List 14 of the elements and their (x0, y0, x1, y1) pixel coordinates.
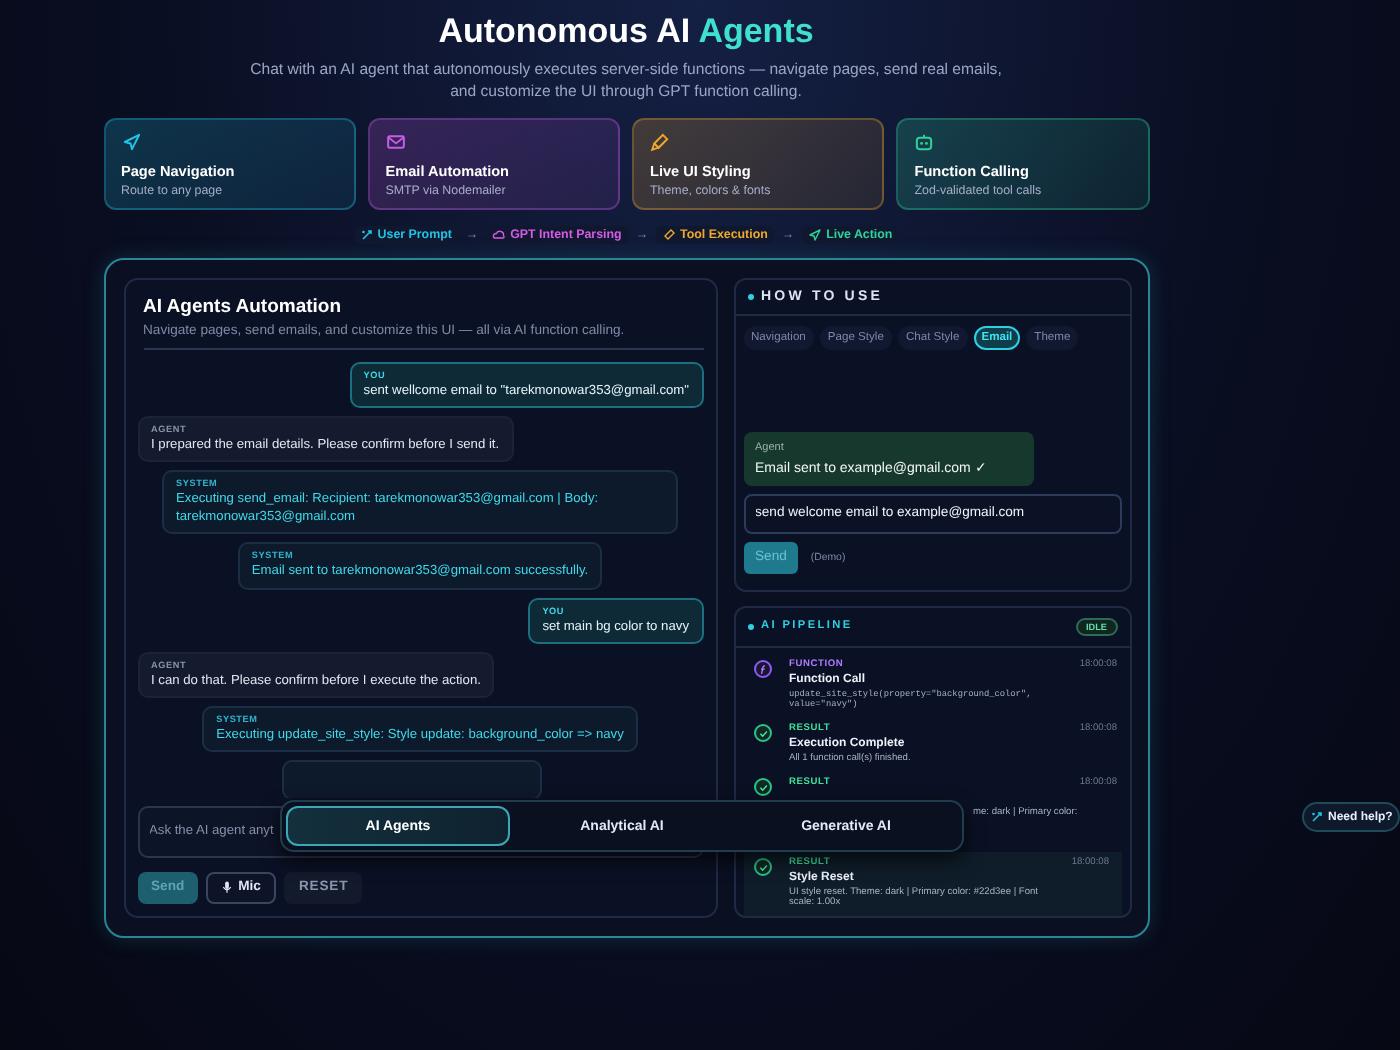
check-icon (753, 777, 771, 796)
check-icon (753, 857, 771, 876)
cloud-icon (492, 227, 507, 242)
check-icon (753, 723, 771, 742)
envelope-icon (385, 131, 406, 152)
paper-plane-icon (808, 227, 823, 242)
paper-plane-icon (121, 131, 141, 152)
robot-icon (914, 131, 935, 152)
page-title: Autonomous AI Agents (438, 12, 814, 52)
chat-title: AI Agents Automation (143, 295, 344, 318)
status-dot-icon (747, 293, 753, 300)
microphone-icon (222, 880, 233, 895)
function-icon (753, 659, 771, 678)
status-dot-icon (747, 623, 753, 630)
